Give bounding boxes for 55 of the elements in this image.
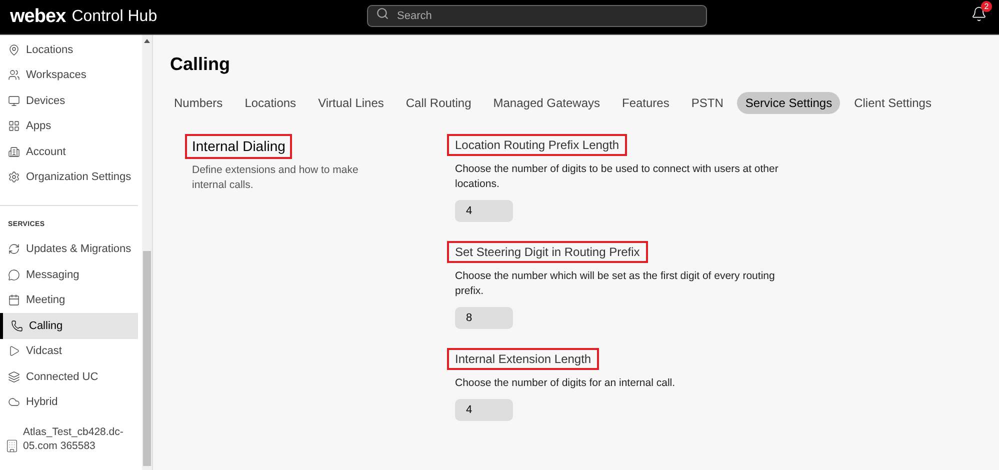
organization-name[interactable]: Atlas_Test_cb428.dc-05.com 365583 bbox=[23, 425, 141, 453]
sidebar-item[interactable]: Calling bbox=[0, 313, 138, 338]
sidebar-item[interactable]: Connected UC bbox=[0, 364, 138, 390]
setting-description: Choose the number which will be set as the first digit of every routing prefix. bbox=[454, 269, 776, 299]
layers-icon bbox=[8, 370, 20, 383]
page-title: Calling bbox=[170, 53, 232, 76]
sidebar-item[interactable]: Apps bbox=[0, 114, 138, 139]
people-icon bbox=[8, 69, 20, 82]
section-title: Internal Dialing bbox=[185, 134, 292, 159]
sidebar-item[interactable]: Account bbox=[0, 139, 138, 164]
setting-title: Internal Extension Length bbox=[447, 348, 600, 370]
sidebar-item[interactable]: Vidcast bbox=[0, 338, 138, 364]
sidebar-item[interactable]: Messaging bbox=[0, 262, 138, 288]
setting-description: Choose the number of digits for an internal call. bbox=[454, 376, 676, 391]
scroll-up-icon[interactable] bbox=[144, 39, 150, 43]
setting-title: Location Routing Prefix Length bbox=[447, 134, 628, 156]
search-icon bbox=[376, 7, 389, 20]
brand-logo: webex bbox=[10, 4, 66, 29]
tab[interactable]: Locations bbox=[236, 92, 304, 114]
tab[interactable]: Numbers bbox=[166, 92, 231, 114]
notification-count: 2 bbox=[981, 1, 992, 12]
tab[interactable]: Managed Gateways bbox=[485, 92, 608, 114]
value-field[interactable]: 4 bbox=[455, 200, 513, 222]
sidebar-item[interactable]: Devices bbox=[0, 88, 138, 114]
product-name: Control Hub bbox=[72, 7, 158, 27]
location-pin-icon bbox=[8, 44, 20, 56]
setting-title: Set Steering Digit in Routing Prefix bbox=[447, 241, 648, 263]
building-icon bbox=[5, 439, 19, 453]
sidebar-item[interactable]: Updates & Migrations bbox=[0, 236, 138, 262]
search-field[interactable]: Search bbox=[367, 5, 707, 27]
cloud-icon bbox=[8, 396, 20, 408]
value-field[interactable]: 8 bbox=[455, 307, 513, 329]
monitor-icon bbox=[8, 94, 20, 107]
calendar-icon bbox=[8, 294, 20, 306]
setting-description: Choose the number of digits to be used to connect with users at other locations. bbox=[454, 162, 780, 192]
play-icon bbox=[8, 345, 20, 358]
gear-icon bbox=[8, 171, 20, 184]
sidebar-item[interactable]: Organization Settings bbox=[0, 164, 138, 190]
phone-icon bbox=[11, 320, 23, 332]
tab[interactable]: Call Routing bbox=[398, 92, 480, 114]
sidebar-item[interactable]: Locations bbox=[0, 37, 138, 62]
sidebar-item[interactable]: Hybrid bbox=[0, 390, 138, 415]
grid-icon bbox=[8, 120, 20, 132]
building-icon bbox=[8, 146, 20, 158]
sidebar-item[interactable]: Meeting bbox=[0, 288, 138, 313]
tab[interactable]: Client Settings bbox=[846, 92, 940, 114]
section-description: Define extensions and how to make internal calls. bbox=[191, 163, 360, 193]
tab[interactable]: Virtual Lines bbox=[310, 92, 392, 114]
sidebar-item[interactable]: Workspaces bbox=[0, 62, 138, 88]
value-field[interactable]: 4 bbox=[455, 399, 513, 421]
refresh-icon bbox=[8, 243, 20, 256]
tab[interactable]: Features bbox=[614, 92, 678, 114]
tab[interactable]: Service Settings bbox=[737, 92, 840, 114]
tab[interactable]: PSTN bbox=[683, 92, 732, 114]
chat-bubble-icon bbox=[8, 268, 20, 281]
